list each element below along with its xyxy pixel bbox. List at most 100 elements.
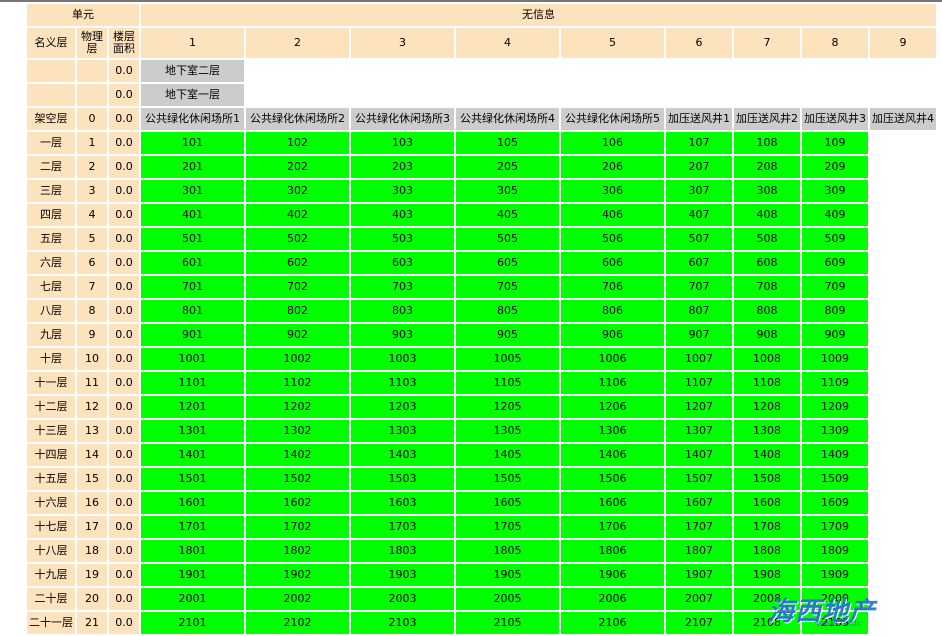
unit-cell[interactable]: 1106 — [561, 372, 664, 394]
unit-cell[interactable]: 208 — [734, 156, 800, 178]
unit-cell[interactable]: 1401 — [141, 444, 244, 466]
facility-cell[interactable]: 加压送风井2 — [734, 108, 800, 130]
unit-cell[interactable]: 1308 — [734, 420, 800, 442]
unit-cell[interactable]: 2002 — [246, 588, 349, 610]
basement-unit-cell[interactable]: 地下室一层 — [141, 84, 244, 106]
unit-cell[interactable]: 409 — [802, 204, 868, 226]
unit-cell[interactable]: 1809 — [802, 540, 868, 562]
unit-cell[interactable]: 406 — [561, 204, 664, 226]
unit-cell[interactable]: 1206 — [561, 396, 664, 418]
unit-cell[interactable]: 1607 — [666, 492, 732, 514]
unit-cell[interactable]: 2005 — [456, 588, 559, 610]
unit-cell[interactable]: 1309 — [802, 420, 868, 442]
unit-cell[interactable]: 901 — [141, 324, 244, 346]
unit-cell[interactable]: 207 — [666, 156, 732, 178]
unit-cell[interactable]: 303 — [351, 180, 454, 202]
unit-cell[interactable]: 403 — [351, 204, 454, 226]
unit-cell[interactable]: 1109 — [802, 372, 868, 394]
unit-cell[interactable]: 1006 — [561, 348, 664, 370]
unit-cell[interactable]: 608 — [734, 252, 800, 274]
unit-cell[interactable]: 1002 — [246, 348, 349, 370]
unit-cell[interactable]: 1503 — [351, 468, 454, 490]
unit-cell[interactable]: 1605 — [456, 492, 559, 514]
unit-cell[interactable]: 2008 — [734, 588, 800, 610]
unit-cell[interactable]: 705 — [456, 276, 559, 298]
unit-cell[interactable]: 1707 — [666, 516, 732, 538]
unit-cell[interactable]: 1305 — [456, 420, 559, 442]
unit-cell[interactable]: 1003 — [351, 348, 454, 370]
unit-cell[interactable]: 407 — [666, 204, 732, 226]
unit-cell[interactable]: 801 — [141, 300, 244, 322]
facility-cell[interactable]: 公共绿化休闲场所2 — [246, 108, 349, 130]
unit-cell[interactable]: 1907 — [666, 564, 732, 586]
unit-cell[interactable]: 2003 — [351, 588, 454, 610]
unit-cell[interactable]: 707 — [666, 276, 732, 298]
unit-cell[interactable]: 308 — [734, 180, 800, 202]
unit-cell[interactable]: 1102 — [246, 372, 349, 394]
unit-cell[interactable]: 1706 — [561, 516, 664, 538]
unit-cell[interactable]: 203 — [351, 156, 454, 178]
unit-cell[interactable]: 1405 — [456, 444, 559, 466]
unit-cell[interactable]: 1209 — [802, 396, 868, 418]
unit-cell[interactable]: 1603 — [351, 492, 454, 514]
unit-cell[interactable]: 1905 — [456, 564, 559, 586]
unit-cell[interactable]: 2105 — [456, 612, 559, 634]
unit-cell[interactable]: 1902 — [246, 564, 349, 586]
unit-cell[interactable]: 1609 — [802, 492, 868, 514]
unit-cell[interactable]: 909 — [802, 324, 868, 346]
unit-cell[interactable]: 309 — [802, 180, 868, 202]
unit-cell[interactable]: 1602 — [246, 492, 349, 514]
facility-cell[interactable]: 公共绿化休闲场所3 — [351, 108, 454, 130]
unit-cell[interactable]: 108 — [734, 132, 800, 154]
unit-cell[interactable]: 405 — [456, 204, 559, 226]
unit-cell[interactable]: 103 — [351, 132, 454, 154]
unit-cell[interactable]: 307 — [666, 180, 732, 202]
unit-cell[interactable]: 607 — [666, 252, 732, 274]
unit-cell[interactable]: 609 — [802, 252, 868, 274]
unit-cell[interactable]: 402 — [246, 204, 349, 226]
unit-cell[interactable]: 505 — [456, 228, 559, 250]
unit-cell[interactable]: 1105 — [456, 372, 559, 394]
unit-cell[interactable]: 506 — [561, 228, 664, 250]
unit-cell[interactable]: 905 — [456, 324, 559, 346]
unit-cell[interactable]: 1201 — [141, 396, 244, 418]
unit-cell[interactable]: 1806 — [561, 540, 664, 562]
unit-cell[interactable]: 709 — [802, 276, 868, 298]
unit-cell[interactable]: 306 — [561, 180, 664, 202]
unit-cell[interactable]: 1307 — [666, 420, 732, 442]
unit-cell[interactable]: 408 — [734, 204, 800, 226]
unit-cell[interactable]: 1407 — [666, 444, 732, 466]
unit-cell[interactable]: 1008 — [734, 348, 800, 370]
unit-cell[interactable]: 1009 — [802, 348, 868, 370]
unit-cell[interactable]: 708 — [734, 276, 800, 298]
unit-cell[interactable]: 803 — [351, 300, 454, 322]
unit-cell[interactable]: 202 — [246, 156, 349, 178]
unit-cell[interactable]: 602 — [246, 252, 349, 274]
unit-cell[interactable]: 1802 — [246, 540, 349, 562]
unit-cell[interactable]: 1805 — [456, 540, 559, 562]
unit-cell[interactable]: 508 — [734, 228, 800, 250]
unit-cell[interactable]: 1302 — [246, 420, 349, 442]
unit-cell[interactable]: 401 — [141, 204, 244, 226]
unit-cell[interactable]: 701 — [141, 276, 244, 298]
unit-cell[interactable]: 1505 — [456, 468, 559, 490]
unit-cell[interactable]: 2109 — [802, 612, 868, 634]
unit-cell[interactable]: 1406 — [561, 444, 664, 466]
unit-cell[interactable]: 2103 — [351, 612, 454, 634]
unit-cell[interactable]: 1708 — [734, 516, 800, 538]
unit-cell[interactable]: 206 — [561, 156, 664, 178]
unit-cell[interactable]: 2006 — [561, 588, 664, 610]
unit-cell[interactable]: 2101 — [141, 612, 244, 634]
unit-cell[interactable]: 501 — [141, 228, 244, 250]
unit-cell[interactable]: 201 — [141, 156, 244, 178]
unit-cell[interactable]: 507 — [666, 228, 732, 250]
unit-cell[interactable]: 1103 — [351, 372, 454, 394]
unit-cell[interactable]: 1506 — [561, 468, 664, 490]
facility-cell[interactable]: 公共绿化休闲场所1 — [141, 108, 244, 130]
unit-cell[interactable]: 805 — [456, 300, 559, 322]
facility-cell[interactable]: 加压送风井3 — [802, 108, 868, 130]
unit-cell[interactable]: 802 — [246, 300, 349, 322]
unit-cell[interactable]: 1409 — [802, 444, 868, 466]
unit-cell[interactable]: 105 — [456, 132, 559, 154]
unit-cell[interactable]: 2009 — [802, 588, 868, 610]
